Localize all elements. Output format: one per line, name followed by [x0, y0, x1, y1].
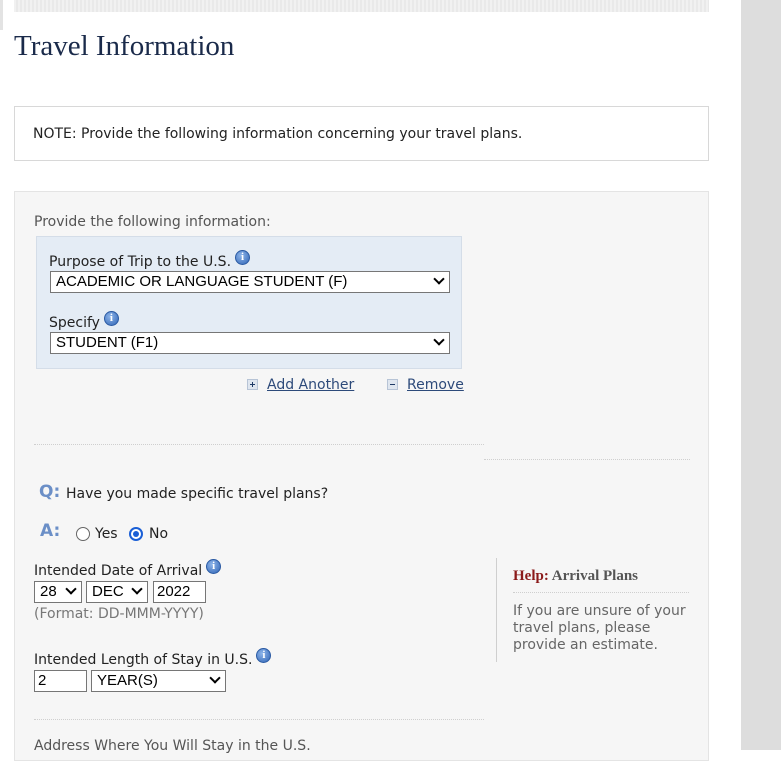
radio-no[interactable] [129, 527, 143, 541]
address-section-label: Address Where You Will Stay in the U.S. [34, 738, 311, 754]
arrival-date-label-text: Intended Date of Arrival [34, 563, 203, 579]
arrival-day-value: 28 [40, 583, 57, 600]
section-divider-right [484, 459, 690, 460]
specify-field-label: Specify i [49, 311, 119, 331]
specify-label-text: Specify [49, 315, 100, 331]
stay-unit-value: YEAR(S) [97, 672, 158, 689]
page-title: Travel Information [14, 30, 235, 62]
radio-no-label[interactable]: No [149, 526, 168, 542]
arrival-day-select[interactable]: 28 [34, 581, 82, 603]
help-title-text: Arrival Plans [551, 568, 639, 584]
travel-plans-question: Have you made specific travel plans? [66, 486, 329, 502]
stay-length-label-text: Intended Length of Stay in U.S. [34, 652, 253, 668]
remove-text: Remove [407, 377, 464, 393]
info-icon[interactable]: i [103, 311, 119, 326]
question-marker: Q: [39, 482, 61, 502]
info-icon[interactable]: i [235, 250, 251, 265]
chevron-down-icon [433, 334, 445, 346]
arrival-year-input[interactable]: 2022 [153, 581, 206, 603]
arrival-year-value: 2022 [157, 583, 191, 600]
help-separator [513, 592, 689, 593]
chevron-down-icon [209, 672, 221, 684]
purpose-field-label: Purpose of Trip to the U.S. i [49, 250, 251, 270]
purpose-select[interactable]: ACADEMIC OR LANGUAGE STUDENT (F) [50, 271, 450, 293]
purpose-label-text: Purpose of Trip to the U.S. [49, 254, 232, 270]
left-edge-marker [0, 0, 3, 30]
info-icon[interactable]: i [206, 559, 222, 574]
plus-icon [247, 378, 258, 390]
help-arrival-plans: Help: Arrival Plans If you are unsure of… [496, 558, 691, 662]
stay-length-input[interactable]: 2 [34, 670, 87, 692]
note-box: NOTE: Provide the following information … [14, 106, 709, 161]
help-title: Help: Arrival Plans [513, 568, 638, 585]
top-decorative-strip [14, 0, 709, 12]
specify-select-value: STUDENT (F1) [56, 334, 159, 351]
chevron-down-icon [131, 583, 143, 595]
page-right-gutter [741, 0, 781, 750]
chevron-down-icon [65, 583, 77, 595]
purpose-of-trip-group: Purpose of Trip to the U.S. i ACADEMIC OR… [36, 236, 462, 369]
info-icon[interactable]: i [256, 648, 272, 663]
section-divider-2 [34, 719, 484, 720]
add-another-text: Add Another [267, 377, 355, 393]
date-format-hint: (Format: DD-MMM-YYYY) [34, 606, 204, 622]
remove-link[interactable]: Remove [387, 377, 464, 393]
radio-yes-label[interactable]: Yes [95, 526, 118, 542]
help-text: If you are unsure of your travel plans, … [513, 603, 686, 653]
arrival-month-value: DEC [92, 583, 124, 600]
help-prefix: Help: [513, 568, 549, 584]
provide-info-label: Provide the following information: [34, 214, 271, 230]
answer-marker: A: [40, 521, 61, 541]
minus-icon [387, 378, 398, 390]
stay-unit-select[interactable]: YEAR(S) [91, 670, 226, 692]
chevron-down-icon [433, 273, 445, 285]
add-another-link[interactable]: Add Another [247, 377, 354, 393]
arrival-month-select[interactable]: DEC [86, 581, 148, 603]
specify-select[interactable]: STUDENT (F1) [50, 332, 450, 354]
radio-yes[interactable] [76, 527, 90, 541]
stay-length-value: 2 [38, 672, 47, 689]
stay-length-field-label: Intended Length of Stay in U.S. i [34, 648, 272, 668]
travel-form-panel: Provide the following information: Purpo… [14, 191, 709, 761]
note-text: NOTE: Provide the following information … [33, 126, 523, 142]
section-divider [34, 444, 484, 445]
purpose-select-value: ACADEMIC OR LANGUAGE STUDENT (F) [56, 273, 348, 290]
arrival-date-field-label: Intended Date of Arrival i [34, 559, 222, 579]
